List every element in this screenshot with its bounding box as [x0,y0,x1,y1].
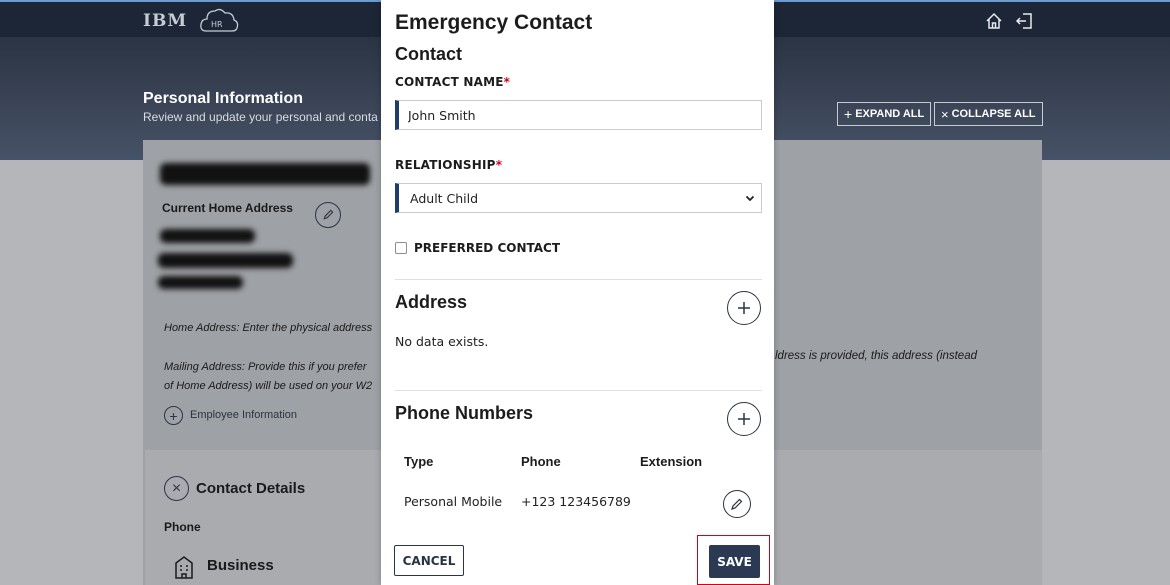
column-header-type: Type [404,454,434,469]
mailing-address-note-2: of Home Address) will be used on your W2 [164,380,373,392]
preferred-contact-label: PREFERRED CONTACT [414,241,561,255]
address-section-title: Address [395,292,468,312]
building-icon [175,556,193,579]
section-divider [395,390,762,391]
home-icon[interactable] [984,11,1004,31]
pencil-icon [731,498,743,510]
edit-address-button[interactable] [315,202,341,228]
add-phone-button[interactable] [727,402,761,436]
employee-information-link[interactable]: Employee Information [190,409,297,421]
ibm-logo: IBM [143,11,188,31]
emergency-contact-dialog: Emergency Contact Contact CONTACT NAME* … [381,0,774,585]
required-mark: * [495,158,503,172]
page-title: Personal Information [143,90,304,107]
relationship-selected-value: Adult Child [410,190,479,206]
plus-icon: + [844,106,853,122]
home-address-note: Home Address: Enter the physical address [164,322,373,334]
dialog-subtitle: Contact [395,44,462,64]
address-empty-message: No data exists. [395,334,489,349]
hr-cloud-icon: HR [200,8,239,32]
redacted-name [160,163,370,185]
relationship-label: RELATIONSHIP* [395,158,503,172]
plus-icon: + [169,407,178,424]
required-mark: * [503,75,511,89]
plus-icon [738,413,750,425]
expand-all-label: EXPAND ALL [855,108,925,120]
contact-details-heading: Contact Details [196,480,306,497]
dialog-title: Emergency Contact [395,11,593,34]
redacted-address-line [158,253,293,268]
redacted-address-line [160,229,255,243]
phone-number-cell: +123 123456789 [521,494,631,509]
phone-heading: Phone [164,520,201,534]
section-divider [395,279,762,280]
mailing-address-note-right: ldress is provided, this address (instea… [775,350,977,362]
close-icon: × [941,106,949,122]
save-button[interactable]: SAVE [709,545,760,578]
phone-type-cell: Personal Mobile [404,494,503,509]
add-address-button[interactable] [727,291,761,325]
close-icon: × [171,479,182,497]
preferred-contact-checkbox[interactable] [395,242,407,254]
collapse-all-button[interactable]: × COLLAPSE ALL [934,102,1043,126]
relationship-select[interactable]: Adult Child [395,183,762,213]
business-label: Business [207,557,274,574]
collapse-all-label: COLLAPSE ALL [951,108,1036,120]
mailing-address-note: Mailing Address: Provide this if you pre… [164,361,367,373]
collapse-contact-details-button[interactable]: × [164,476,189,501]
expand-employee-info-button[interactable]: + [164,406,183,425]
cancel-button[interactable]: CANCEL [394,545,464,576]
svg-text:HR: HR [211,20,223,29]
plus-icon [738,302,750,314]
expand-all-button[interactable]: + EXPAND ALL [837,102,932,126]
pencil-icon [323,209,334,220]
column-header-phone: Phone [521,454,561,469]
edit-phone-button[interactable] [723,490,751,518]
phone-numbers-section-title: Phone Numbers [395,403,534,423]
current-home-address-label: Current Home Address [162,201,293,215]
contact-name-label: CONTACT NAME* [395,75,511,89]
contact-name-input[interactable] [395,100,762,130]
logout-icon[interactable] [1015,11,1035,31]
chevron-down-icon [745,195,755,202]
page-subtitle: Review and update your personal and cont… [143,110,378,124]
redacted-address-line [158,276,243,289]
column-header-extension: Extension [640,454,703,469]
